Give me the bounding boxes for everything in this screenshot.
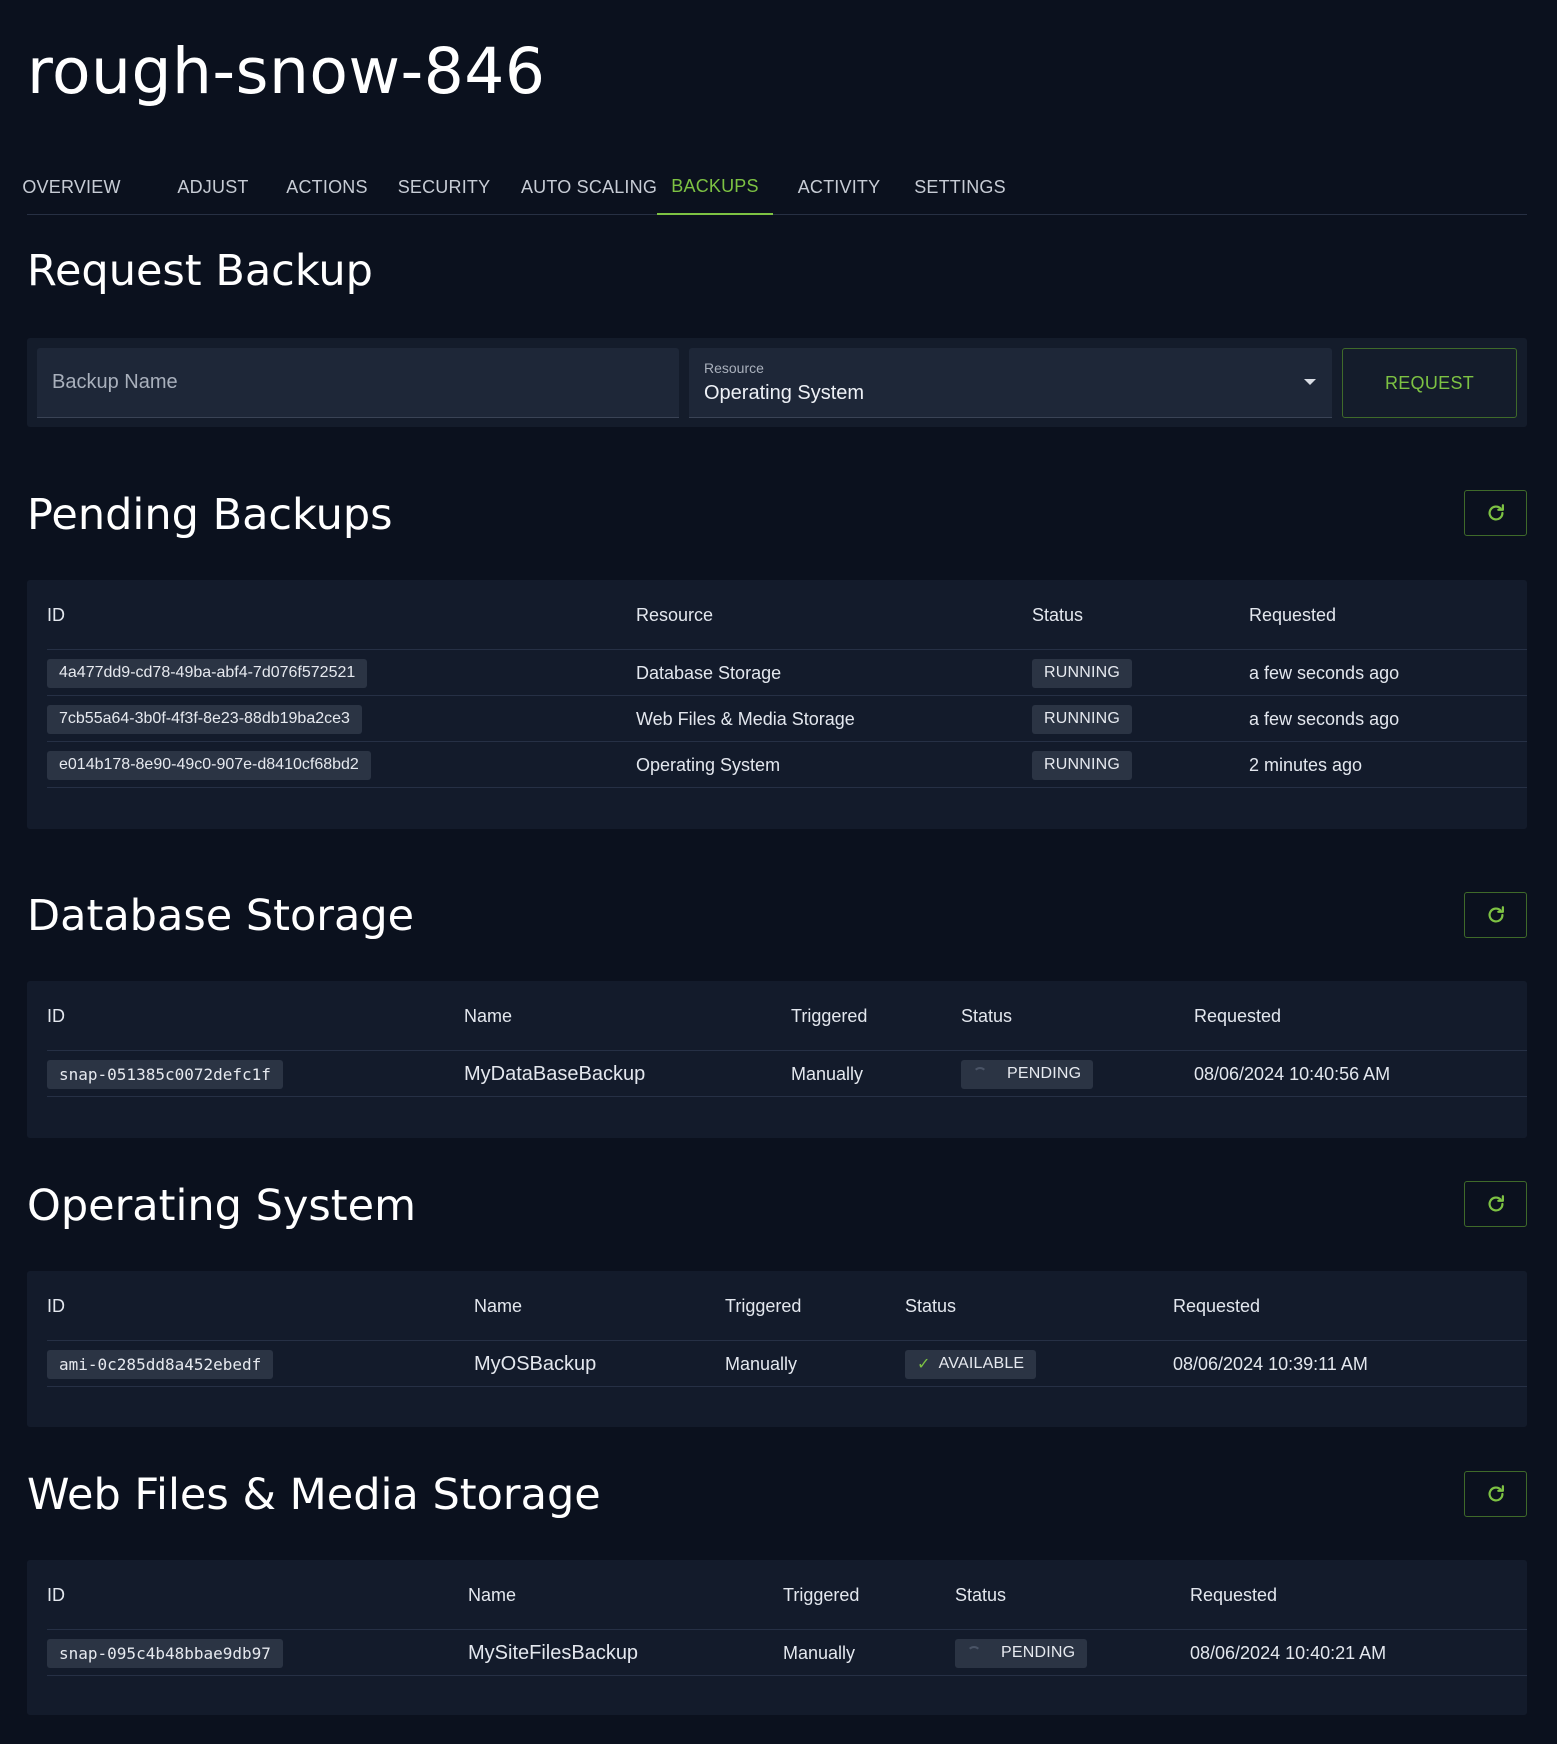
backup-name-input[interactable] bbox=[37, 348, 679, 418]
column-header-requested: Requested bbox=[1190, 1585, 1278, 1605]
column-header-name: Name bbox=[468, 1585, 517, 1605]
database-storage-heading: Database Storage bbox=[27, 891, 415, 941]
table-header: ID Resource Status Requested bbox=[47, 580, 1527, 650]
operating-system-table: ID Name Triggered Status Requested ami-0… bbox=[27, 1271, 1527, 1427]
resource-cell: Database Storage bbox=[636, 662, 782, 683]
status-text: AVAILABLE bbox=[938, 1355, 1025, 1372]
triggered-cell: Manually bbox=[725, 1353, 798, 1374]
os-refresh-button[interactable] bbox=[1464, 1181, 1527, 1227]
tab-adjust[interactable]: ADJUST bbox=[165, 160, 261, 215]
tab-activity[interactable]: ACTIVITY bbox=[791, 160, 887, 215]
column-header-id: ID bbox=[47, 605, 65, 625]
backup-id-chip: 7cb55a64-3b0f-4f3f-8e23-88db19ba2ce3 bbox=[47, 704, 362, 734]
status-badge: RUNNING bbox=[1032, 658, 1133, 688]
refresh-icon bbox=[1488, 1195, 1504, 1212]
database-storage-table: ID Name Triggered Status Requested snap-… bbox=[27, 981, 1527, 1138]
snapshot-id-chip: snap-095c4b48bbae9db97 bbox=[47, 1638, 283, 1668]
check-icon: ✓ bbox=[917, 1356, 931, 1373]
web-refresh-button[interactable] bbox=[1464, 1471, 1527, 1517]
refresh-icon bbox=[1488, 906, 1504, 923]
backup-id-chip: e014b178-8e90-49c0-907e-d8410cf68bd2 bbox=[47, 750, 371, 780]
page-title: rough-snow-846 bbox=[27, 35, 546, 108]
pending-refresh-button[interactable] bbox=[1464, 490, 1527, 536]
requested-cell: 08/06/2024 10:40:56 AM bbox=[1194, 1063, 1391, 1084]
pending-backups-table: ID Resource Status Requested 4a477dd9-cd… bbox=[27, 580, 1527, 829]
column-header-requested: Requested bbox=[1194, 1006, 1282, 1026]
spinner-icon bbox=[973, 1067, 987, 1081]
column-header-id: ID bbox=[47, 1006, 65, 1026]
column-header-status: Status bbox=[905, 1296, 957, 1316]
column-header-id: ID bbox=[47, 1585, 65, 1605]
column-header-resource: Resource bbox=[636, 605, 714, 625]
web-files-heading: Web Files & Media Storage bbox=[27, 1470, 601, 1520]
status-text: PENDING bbox=[1007, 1065, 1082, 1082]
column-header-name: Name bbox=[474, 1296, 523, 1316]
tab-auto-scaling[interactable]: AUTO SCALING bbox=[513, 160, 665, 215]
requested-cell: a few seconds ago bbox=[1249, 662, 1400, 683]
tab-backups[interactable]: BACKUPS bbox=[657, 160, 773, 215]
backup-name-cell: MyOSBackup bbox=[474, 1352, 597, 1375]
status-badge: PENDING bbox=[955, 1638, 1088, 1668]
column-header-triggered: Triggered bbox=[725, 1296, 802, 1316]
status-badge: PENDING bbox=[961, 1059, 1094, 1089]
request-button[interactable]: REQUEST bbox=[1342, 348, 1517, 418]
table-header: ID Name Triggered Status Requested bbox=[47, 981, 1527, 1051]
tab-bar: OVERVIEW ADJUST ACTIONS SECURITY AUTO SC… bbox=[22, 160, 1527, 215]
tab-security[interactable]: SECURITY bbox=[393, 160, 495, 215]
tab-settings[interactable]: SETTINGS bbox=[905, 160, 1015, 215]
column-header-status: Status bbox=[955, 1585, 1007, 1605]
caret-down-icon bbox=[1304, 379, 1316, 385]
status-badge: ✓ AVAILABLE bbox=[905, 1349, 1037, 1379]
triggered-cell: Manually bbox=[791, 1063, 864, 1084]
backup-id-chip: 4a477dd9-cd78-49ba-abf4-7d076f572521 bbox=[47, 658, 368, 688]
column-header-name: Name bbox=[464, 1006, 513, 1026]
table-row: snap-095c4b48bbae9db97 MySiteFilesBackup… bbox=[47, 1630, 1527, 1676]
requested-cell: 2 minutes ago bbox=[1249, 754, 1363, 775]
operating-system-heading: Operating System bbox=[27, 1181, 416, 1231]
triggered-cell: Manually bbox=[783, 1642, 856, 1663]
request-backup-form: Resource Operating System REQUEST bbox=[27, 338, 1527, 427]
refresh-icon bbox=[1488, 1485, 1504, 1502]
refresh-icon bbox=[1488, 504, 1504, 521]
image-id-chip: ami-0c285dd8a452ebedf bbox=[47, 1349, 274, 1379]
backup-name-cell: MyDataBaseBackup bbox=[464, 1062, 646, 1085]
tab-actions[interactable]: ACTIONS bbox=[279, 160, 375, 215]
table-header: ID Name Triggered Status Requested bbox=[47, 1271, 1527, 1341]
table-row: snap-051385c0072defc1f MyDataBaseBackup … bbox=[47, 1051, 1527, 1097]
column-header-triggered: Triggered bbox=[783, 1585, 860, 1605]
table-row: 7cb55a64-3b0f-4f3f-8e23-88db19ba2ce3 Web… bbox=[47, 696, 1527, 742]
status-text: PENDING bbox=[1001, 1644, 1076, 1661]
snapshot-id-chip: snap-051385c0072defc1f bbox=[47, 1059, 283, 1089]
spinner-icon bbox=[967, 1646, 981, 1660]
request-backup-heading: Request Backup bbox=[27, 246, 373, 296]
web-files-table: ID Name Triggered Status Requested snap-… bbox=[27, 1560, 1527, 1715]
resource-cell: Web Files & Media Storage bbox=[636, 708, 855, 729]
column-header-triggered: Triggered bbox=[791, 1006, 868, 1026]
resource-select-value: Operating System bbox=[704, 382, 865, 404]
status-badge: RUNNING bbox=[1032, 750, 1133, 780]
pending-backups-heading: Pending Backups bbox=[27, 490, 393, 540]
column-header-requested: Requested bbox=[1249, 605, 1337, 625]
resource-cell: Operating System bbox=[636, 754, 781, 775]
column-header-id: ID bbox=[47, 1296, 65, 1316]
tab-overview[interactable]: OVERVIEW bbox=[22, 160, 120, 215]
table-row: ami-0c285dd8a452ebedf MyOSBackup Manuall… bbox=[47, 1341, 1527, 1387]
requested-cell: 08/06/2024 10:39:11 AM bbox=[1173, 1353, 1368, 1374]
table-row: 4a477dd9-cd78-49ba-abf4-7d076f572521 Dat… bbox=[47, 650, 1527, 696]
resource-select-label: Resource bbox=[704, 360, 764, 376]
table-row: e014b178-8e90-49c0-907e-d8410cf68bd2 Ope… bbox=[47, 742, 1527, 788]
database-refresh-button[interactable] bbox=[1464, 892, 1527, 938]
requested-cell: 08/06/2024 10:40:21 AM bbox=[1190, 1642, 1387, 1663]
requested-cell: a few seconds ago bbox=[1249, 708, 1400, 729]
status-badge: RUNNING bbox=[1032, 704, 1133, 734]
column-header-requested: Requested bbox=[1173, 1296, 1261, 1316]
column-header-status: Status bbox=[961, 1006, 1013, 1026]
backup-name-cell: MySiteFilesBackup bbox=[468, 1641, 639, 1664]
table-header: ID Name Triggered Status Requested bbox=[47, 1560, 1527, 1630]
resource-select[interactable]: Resource Operating System bbox=[689, 348, 1332, 418]
column-header-status: Status bbox=[1032, 605, 1084, 625]
